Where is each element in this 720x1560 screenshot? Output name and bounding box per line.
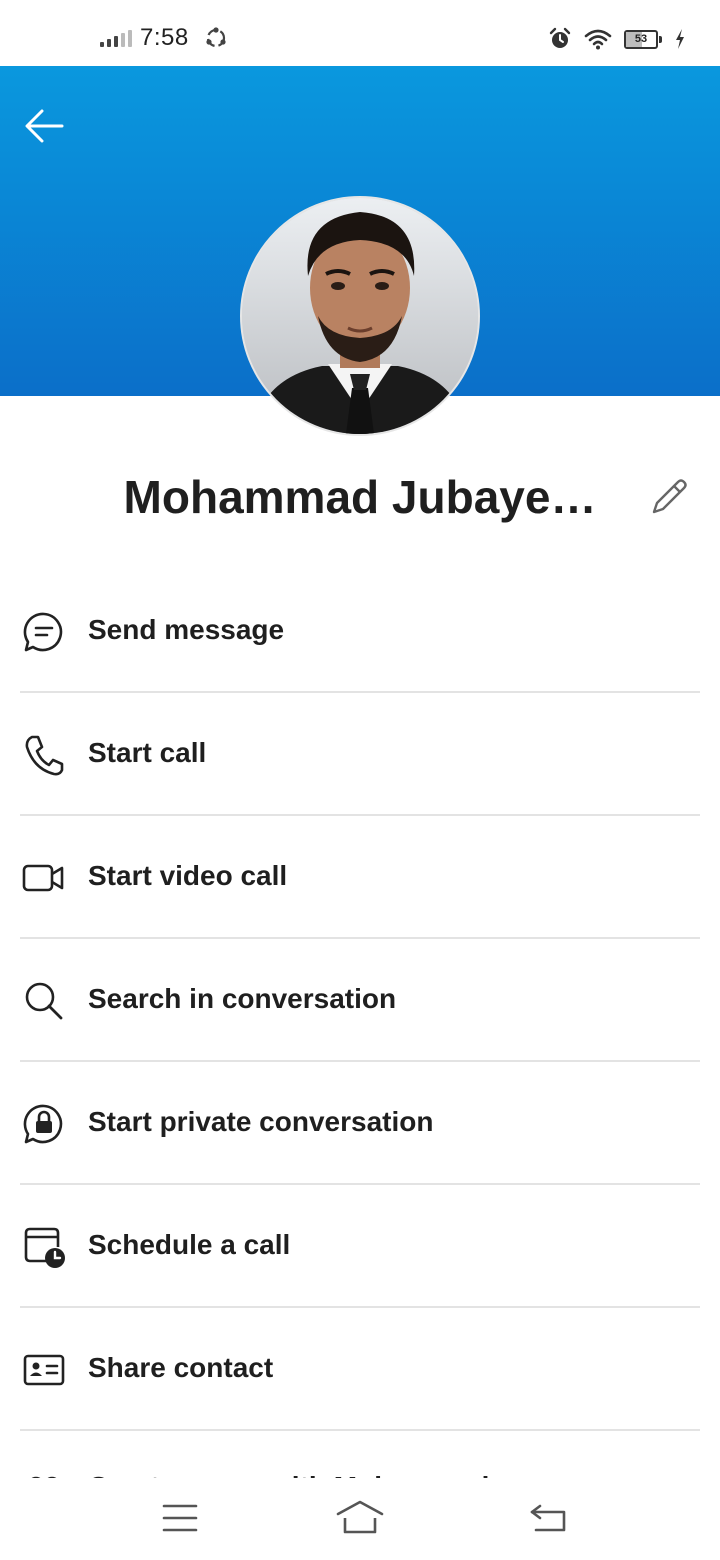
wifi-icon xyxy=(584,29,612,50)
share-contact-button[interactable]: Share contact xyxy=(20,1308,700,1431)
lock-chat-icon xyxy=(23,1104,63,1144)
schedule-a-call-label: Schedule a call xyxy=(88,1229,291,1260)
system-nav-bar xyxy=(0,1478,720,1560)
contact-card-icon xyxy=(23,1354,65,1386)
home-icon[interactable] xyxy=(336,1498,384,1538)
pencil-icon[interactable] xyxy=(648,476,690,518)
start-video-call-button[interactable]: Start video call xyxy=(20,816,700,939)
start-call-label: Start call xyxy=(88,737,207,768)
battery-icon: 53 xyxy=(624,29,662,49)
video-camera-icon xyxy=(22,864,64,892)
start-call-button[interactable]: Start call xyxy=(20,693,700,816)
share-contact-label: Share contact xyxy=(88,1352,274,1383)
chat-bubble-icon xyxy=(23,612,63,652)
status-bar: 7:58 53 xyxy=(0,0,720,66)
start-video-call-label: Start video call xyxy=(88,860,288,891)
contact-name: Mohammad Jubaye… xyxy=(123,471,597,523)
status-right: 53 xyxy=(548,22,686,56)
search-in-conversation-button[interactable]: Search in conversation xyxy=(20,939,700,1062)
search-in-conversation-label: Search in conversation xyxy=(88,983,397,1014)
profile-name-row: Mohammad Jubaye… xyxy=(0,460,720,532)
avatar-photo xyxy=(242,198,478,434)
start-private-conversation-button[interactable]: Start private conversation xyxy=(20,1062,700,1185)
schedule-a-call-button[interactable]: Schedule a call xyxy=(20,1185,700,1308)
back-icon[interactable] xyxy=(524,1498,572,1538)
start-private-conversation-label: Start private conversation xyxy=(88,1106,434,1137)
phone-icon xyxy=(25,735,64,776)
battery-level: 53 xyxy=(634,32,648,45)
status-time: 7:58 xyxy=(140,24,189,51)
avatar xyxy=(240,196,480,436)
send-message-label: Send message xyxy=(88,614,285,645)
charging-icon xyxy=(676,29,684,49)
sync-icon xyxy=(206,27,226,48)
arrow-left-icon[interactable] xyxy=(22,106,66,146)
search-icon xyxy=(25,982,63,1020)
alarm-icon xyxy=(549,27,571,48)
menu-icon[interactable] xyxy=(156,1498,204,1538)
signal-icon xyxy=(100,29,132,47)
calendar-clock-icon xyxy=(24,1227,65,1268)
send-message-button[interactable]: Send message xyxy=(20,570,700,693)
status-left: 7:58 xyxy=(100,20,229,56)
action-list: Send message Start call Start video call… xyxy=(20,570,700,1491)
